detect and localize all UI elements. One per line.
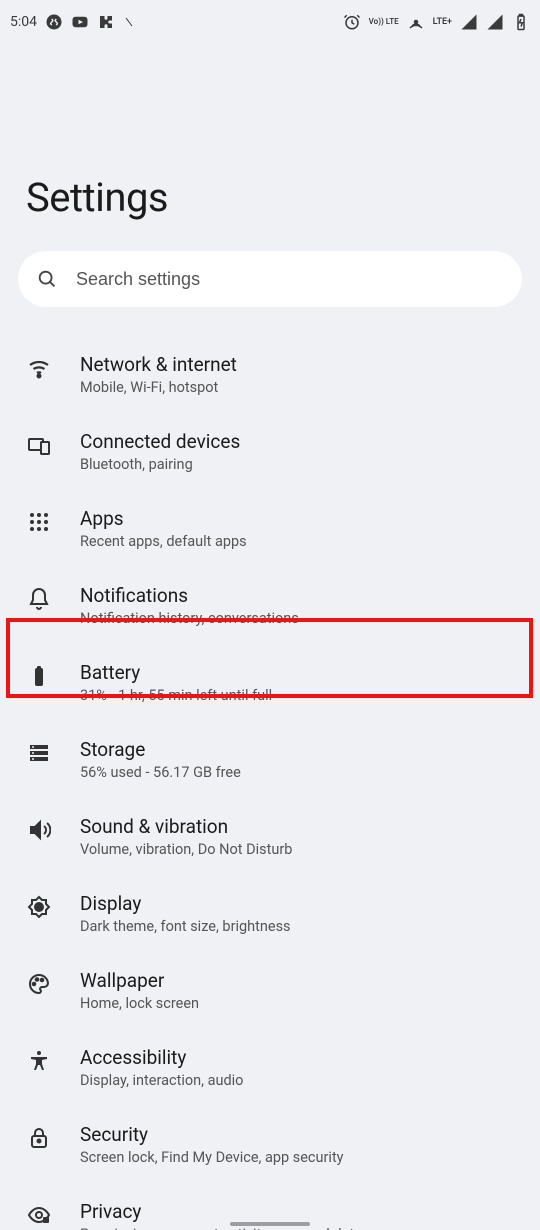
wifi-icon <box>26 355 52 381</box>
item-sub: Screen lock, Find My Device, app securit… <box>80 1149 344 1166</box>
item-title: Battery <box>80 661 272 684</box>
battery-icon <box>26 663 52 689</box>
signal-icon-1 <box>460 13 478 31</box>
item-sub: Notification history, conversations <box>80 610 299 627</box>
signal-icon-2 <box>486 13 504 31</box>
item-title: Storage <box>80 738 241 761</box>
item-sub: Display, interaction, audio <box>80 1072 243 1089</box>
alarm-icon <box>343 13 361 31</box>
volte-label: Vo)) LTE <box>369 18 399 26</box>
puzzle-icon <box>97 13 115 31</box>
battery-status-icon <box>512 13 530 31</box>
item-network[interactable]: Network & internet Mobile, Wi-Fi, hotspo… <box>0 335 540 412</box>
item-sub: Permissions, account activity, personal … <box>80 1226 362 1230</box>
search-input[interactable] <box>76 269 504 290</box>
item-wallpaper[interactable]: Wallpaper Home, lock screen <box>0 951 540 1028</box>
item-title: Security <box>80 1123 344 1146</box>
item-notifications[interactable]: Notifications Notification history, conv… <box>0 566 540 643</box>
storage-icon <box>26 740 52 766</box>
brightness-icon <box>26 894 52 920</box>
status-time: 5:04 <box>10 14 37 30</box>
search-container <box>0 251 540 335</box>
item-title: Sound & vibration <box>80 815 292 838</box>
youtube-icon <box>71 13 89 31</box>
item-title: Connected devices <box>80 430 240 453</box>
item-sound[interactable]: Sound & vibration Volume, vibration, Do … <box>0 797 540 874</box>
hotspot-icon <box>407 13 425 31</box>
devices-icon <box>26 432 52 458</box>
page-title: Settings <box>0 44 540 251</box>
status-right: Vo)) LTE LTE+ <box>343 13 530 31</box>
status-left: 5:04 <box>10 13 135 31</box>
item-accessibility[interactable]: Accessibility Display, interaction, audi… <box>0 1028 540 1105</box>
item-sub: Dark theme, font size, brightness <box>80 918 291 935</box>
item-title: Display <box>80 892 291 915</box>
item-title: Network & internet <box>80 353 237 376</box>
carat-icon <box>123 13 135 31</box>
item-sub: 31% - 1 hr, 55 min left until full <box>80 687 272 704</box>
item-storage[interactable]: Storage 56% used - 56.17 GB free <box>0 720 540 797</box>
item-sub: Recent apps, default apps <box>80 533 247 550</box>
item-sub: Home, lock screen <box>80 995 199 1012</box>
sound-icon <box>26 817 52 843</box>
item-display[interactable]: Display Dark theme, font size, brightnes… <box>0 874 540 951</box>
item-title: Privacy <box>80 1200 362 1223</box>
item-title: Accessibility <box>80 1046 243 1069</box>
search-icon <box>36 268 58 290</box>
privacy-icon <box>26 1202 52 1228</box>
item-security[interactable]: Security Screen lock, Find My Device, ap… <box>0 1105 540 1182</box>
lte-plus-label: LTE+ <box>433 18 452 26</box>
item-sub: Volume, vibration, Do Not Disturb <box>80 841 292 858</box>
item-battery[interactable]: Battery 31% - 1 hr, 55 min left until fu… <box>0 643 540 720</box>
item-title: Apps <box>80 507 247 530</box>
apps-icon <box>26 509 52 535</box>
search-bar[interactable] <box>18 251 522 307</box>
bell-icon <box>26 586 52 612</box>
shazam-icon <box>45 13 63 31</box>
item-title: Wallpaper <box>80 969 199 992</box>
item-sub: Bluetooth, pairing <box>80 456 240 473</box>
item-sub: Mobile, Wi-Fi, hotspot <box>80 379 237 396</box>
item-title: Notifications <box>80 584 299 607</box>
item-devices[interactable]: Connected devices Bluetooth, pairing <box>0 412 540 489</box>
nav-handle[interactable] <box>230 1222 310 1226</box>
settings-list: Network & internet Mobile, Wi-Fi, hotspo… <box>0 335 540 1230</box>
lock-icon <box>26 1125 52 1151</box>
item-apps[interactable]: Apps Recent apps, default apps <box>0 489 540 566</box>
item-sub: 56% used - 56.17 GB free <box>80 764 241 781</box>
palette-icon <box>26 971 52 997</box>
accessibility-icon <box>26 1048 52 1074</box>
status-bar: 5:04 Vo)) LTE LTE+ <box>0 0 540 44</box>
